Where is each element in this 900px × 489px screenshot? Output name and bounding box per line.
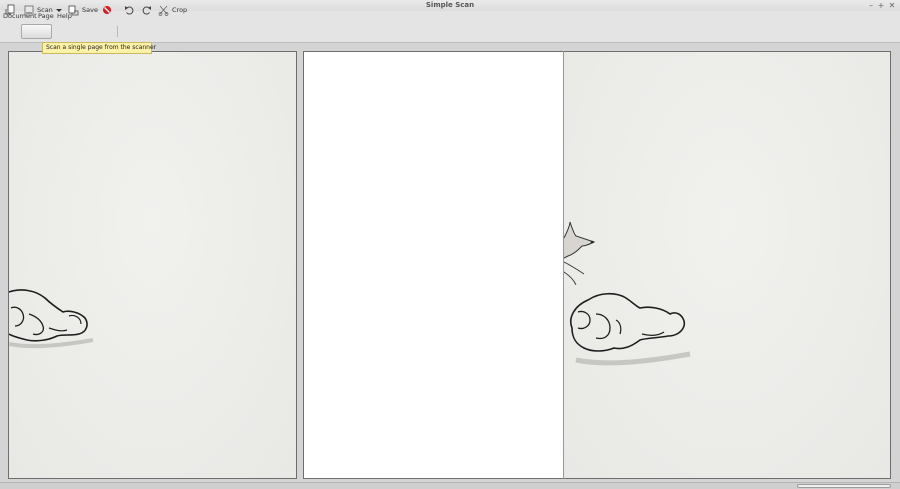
crop-label: Crop (172, 6, 188, 14)
rotate-right-icon (142, 5, 151, 15)
maximize-button[interactable]: + (876, 0, 886, 11)
scan-tooltip: Scan a single page from the scanner (42, 42, 156, 54)
save-button[interactable]: Save (68, 3, 98, 17)
sleeping-dog-sketch (9, 289, 94, 349)
rotate-left-button[interactable] (124, 3, 135, 17)
save-icon (68, 5, 79, 15)
dropdown-arrow-icon (56, 9, 62, 12)
crop-icon (158, 5, 169, 16)
scrollbar-thumb[interactable] (797, 484, 891, 488)
horizontal-scrollbar[interactable] (0, 482, 900, 489)
close-button[interactable]: ✕ (887, 0, 897, 11)
stop-icon (103, 6, 111, 14)
scan-button[interactable] (21, 24, 52, 39)
sleeping-dog-sketch (570, 292, 691, 366)
window-title: Simple Scan (425, 1, 475, 9)
scanner-icon (24, 5, 34, 15)
scanned-page-3[interactable] (563, 51, 891, 479)
title-bar: Simple Scan (0, 0, 900, 11)
minimize-button[interactable]: – (866, 0, 876, 11)
rotate-right-button[interactable] (141, 3, 152, 17)
crop-button[interactable]: Crop (158, 3, 187, 17)
toolbar-separator (117, 26, 118, 37)
save-label: Save (82, 6, 98, 14)
rotate-left-icon (125, 5, 134, 15)
paper-texture (9, 52, 296, 478)
scan-menu-button[interactable] (55, 3, 63, 17)
scan-button-content: Scan (24, 3, 53, 17)
toolbar (0, 22, 900, 43)
scanned-page-1[interactable] (8, 51, 297, 479)
stop-button[interactable] (102, 3, 112, 17)
scan-label: Scan (37, 6, 53, 14)
menu-bar: Document Page Help (0, 11, 900, 22)
new-document-button[interactable] (5, 3, 16, 17)
scan-progress-line (563, 51, 564, 479)
new-document-icon (5, 4, 15, 15)
fox-sketch (564, 221, 596, 285)
scanned-page-2[interactable] (303, 51, 564, 479)
